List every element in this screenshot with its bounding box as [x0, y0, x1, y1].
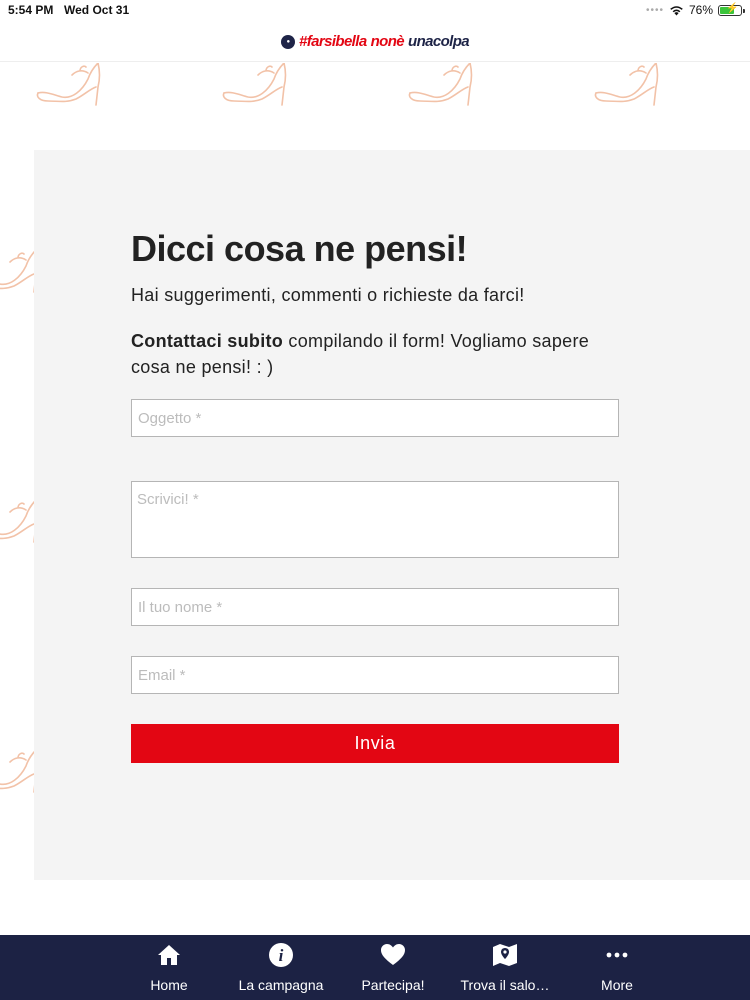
- logo-part-3: unacolpa: [408, 33, 470, 50]
- tab-label: More: [601, 977, 633, 993]
- page-title: Dicci cosa ne pensi!: [131, 228, 468, 269]
- tab-home[interactable]: Home: [113, 935, 225, 1000]
- contact-form-card: Dicci cosa ne pensi! Hai suggerimenti, c…: [34, 150, 750, 880]
- svg-text:i: i: [279, 946, 284, 965]
- submit-button[interactable]: Invia: [131, 724, 619, 763]
- battery-icon: ⚡: [718, 2, 745, 16]
- status-time: 5:54 PM: [8, 3, 54, 17]
- tab-label: La campagna: [238, 977, 324, 993]
- battery-percent: 76%: [688, 3, 713, 17]
- map-icon: [492, 941, 518, 969]
- message-textarea[interactable]: [131, 481, 619, 558]
- form-intro: Contattaci subito compilando il form! Vo…: [131, 328, 631, 380]
- logo-part-1: #farsibella: [298, 33, 367, 50]
- more-icon: [606, 941, 628, 969]
- subject-input[interactable]: [131, 399, 619, 437]
- wifi-icon: [670, 5, 683, 15]
- form-subtitle: Hai suggerimenti, commenti o richieste d…: [131, 285, 525, 305]
- signal-dots-icon: ••••: [645, 4, 664, 16]
- shoe-pattern-icon: [218, 63, 292, 109]
- charging-bolt-icon: ⚡: [726, 2, 739, 14]
- status-right: •••• 76% ⚡: [645, 2, 745, 17]
- status-bar: 5:54 PM Wed Oct 31 •••• 76% ⚡: [0, 0, 750, 22]
- app-header: ● #farsibella nonè unacolpa: [0, 22, 750, 62]
- tab-trova-il-salone[interactable]: Trova il salo…: [449, 935, 561, 1000]
- logo-part-2: nonè: [370, 33, 405, 50]
- tab-partecipa[interactable]: Partecipa!: [337, 935, 449, 1000]
- bottom-tab-bar: Home i La campagna Partecipa! Trova il s…: [0, 935, 750, 1000]
- shoe-pattern-icon: [404, 63, 478, 109]
- tab-la-campagna[interactable]: i La campagna: [225, 935, 337, 1000]
- heart-icon: [380, 941, 406, 969]
- shoe-pattern-icon: [590, 63, 664, 109]
- tab-label: Home: [150, 977, 188, 993]
- info-icon: i: [268, 941, 294, 969]
- name-input[interactable]: [131, 588, 619, 626]
- tab-more[interactable]: More: [561, 935, 673, 1000]
- shoe-pattern-icon: [32, 63, 106, 109]
- campaign-logo: ● #farsibella nonè unacolpa: [280, 33, 470, 50]
- tab-label: Partecipa!: [361, 977, 425, 993]
- logo-badge-icon: ●: [280, 34, 295, 49]
- form-intro-bold: Contattaci subito: [131, 331, 284, 351]
- home-icon: [157, 941, 181, 969]
- tab-label: Trova il salo…: [460, 977, 550, 993]
- status-date: Wed Oct 31: [64, 3, 130, 17]
- email-input[interactable]: [131, 656, 619, 694]
